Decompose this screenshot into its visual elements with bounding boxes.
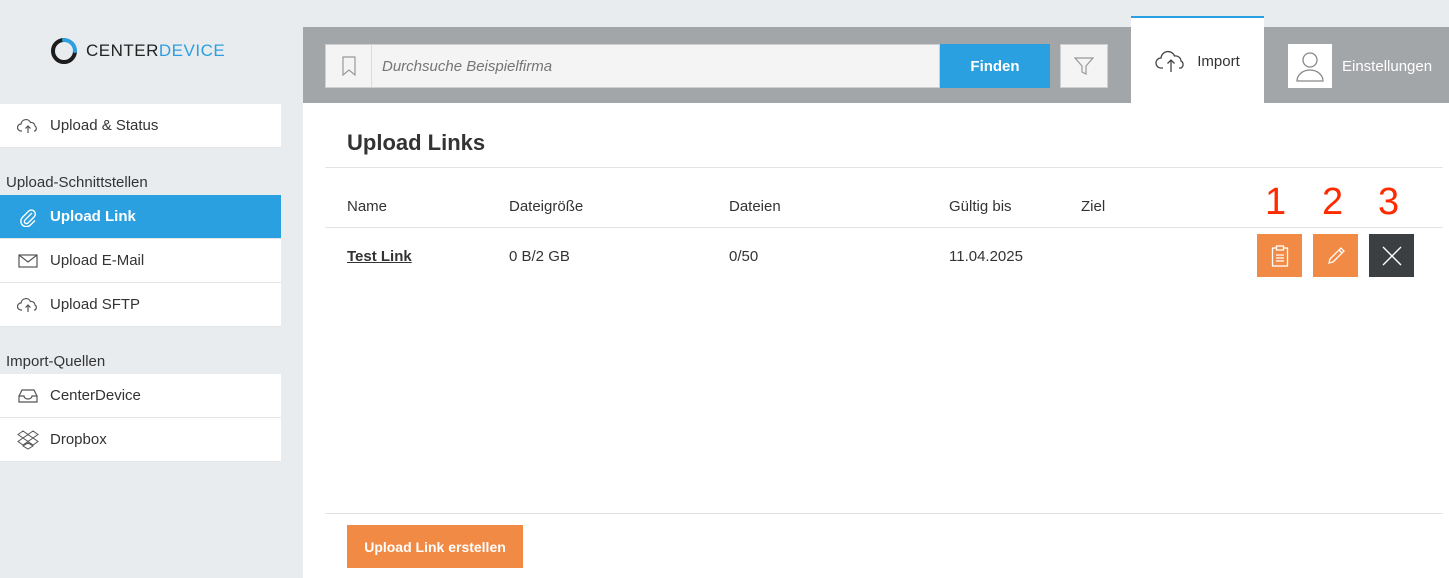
dropbox-icon [16, 428, 40, 452]
sidebar-item-upload-status[interactable]: Upload & Status [0, 104, 281, 148]
column-header-size: Dateigröße [509, 198, 584, 215]
create-upload-link-button[interactable]: Upload Link erstellen [347, 525, 523, 568]
divider [325, 227, 1443, 228]
column-header-target: Ziel [1081, 198, 1106, 215]
cloud-upload-icon [16, 114, 40, 138]
clipboard-icon [1271, 244, 1288, 267]
avatar [1288, 44, 1332, 88]
column-header-name: Name [347, 198, 388, 215]
bookmark-icon[interactable] [326, 45, 372, 87]
sidebar-item-centerdevice[interactable]: CenterDevice [0, 374, 281, 418]
section-heading-import-sources: Import-Quellen [6, 353, 106, 370]
filter-button[interactable] [1060, 44, 1108, 88]
tab-import-label: Import [1197, 52, 1240, 70]
divider [325, 513, 1443, 514]
cloud-upload-icon [16, 293, 40, 317]
sidebar-item-label: Upload Link [50, 208, 136, 225]
sidebar-item-label: Upload SFTP [50, 296, 141, 313]
inbox-icon [16, 384, 40, 408]
tab-settings[interactable]: Einstellungen [1288, 44, 1432, 88]
logo-text: CENTERDEVICE [86, 41, 226, 60]
copy-link-button[interactable] [1257, 234, 1302, 277]
sidebar-item-dropbox[interactable]: Dropbox [0, 418, 281, 462]
paperclip-icon [16, 205, 40, 229]
delete-link-button[interactable] [1369, 234, 1414, 277]
annotation-number: 2 [1322, 181, 1344, 223]
top-bar: Finden [303, 27, 1449, 103]
logo-icon [51, 38, 77, 64]
sidebar-item-label: Upload & Status [50, 117, 159, 134]
sidebar-item-label: CenterDevice [50, 387, 141, 404]
search-input[interactable] [372, 45, 939, 87]
sidebar-item-upload-sftp[interactable]: Upload SFTP [0, 283, 281, 327]
section-heading-upload-interfaces: Upload-Schnittstellen [6, 174, 148, 191]
edit-link-button[interactable] [1313, 234, 1358, 277]
annotation-number: 3 [1378, 181, 1400, 223]
search-box [325, 44, 940, 88]
pencil-icon [1327, 246, 1345, 264]
sidebar-item-label: Upload E-Mail [50, 252, 145, 269]
cloud-upload-icon [1155, 50, 1184, 72]
centerdevice-logo[interactable]: CENTERDEVICE [50, 37, 225, 65]
upload-link-name[interactable]: Test Link [347, 248, 412, 265]
close-icon [1382, 246, 1401, 265]
filter-icon [1074, 57, 1094, 75]
annotation-number: 1 [1265, 181, 1287, 223]
upload-link-files: 0/50 [729, 248, 759, 265]
upload-link-size: 0 B/2 GB [509, 248, 570, 265]
divider [325, 167, 1443, 168]
column-header-valid-until: Gültig bis [949, 198, 1012, 215]
tab-import[interactable]: Import [1131, 16, 1264, 104]
find-button[interactable]: Finden [940, 44, 1050, 88]
tab-settings-label: Einstellungen [1342, 57, 1433, 75]
sidebar-item-upload-email[interactable]: Upload E-Mail [0, 239, 281, 283]
upload-link-valid-until: 11.04.2025 [949, 248, 1023, 265]
main-content: Upload Links Name Dateigröße Dateien Gül… [303, 103, 1449, 578]
sidebar: CENTERDEVICE Upload & Status Upload-Schn… [0, 0, 303, 578]
envelope-icon [16, 249, 40, 273]
page-title: Upload Links [347, 130, 486, 155]
column-header-files: Dateien [729, 198, 781, 215]
sidebar-item-label: Dropbox [50, 431, 107, 448]
user-icon [1296, 52, 1324, 82]
sidebar-item-upload-link[interactable]: Upload Link [0, 195, 281, 239]
